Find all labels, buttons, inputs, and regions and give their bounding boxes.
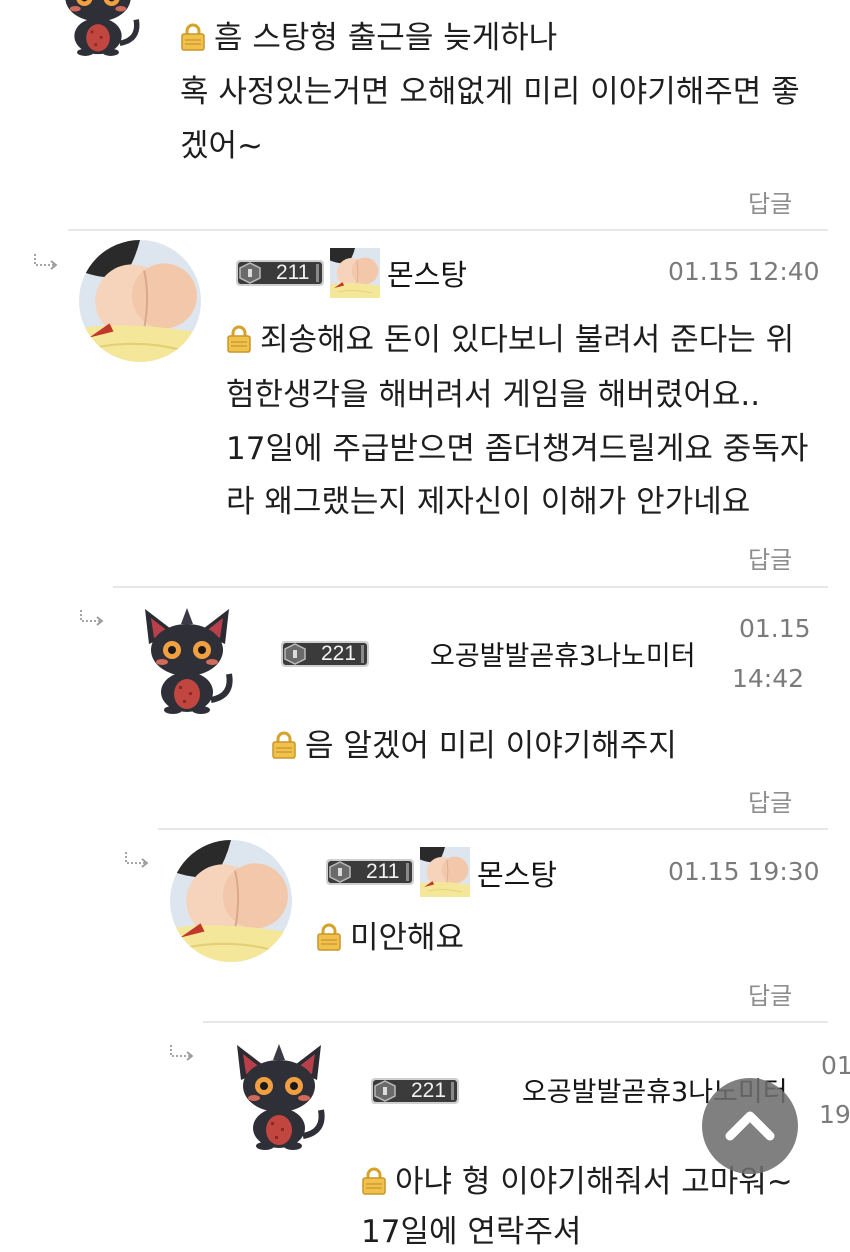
commenter-nickname[interactable]: 몬스탕 — [477, 852, 557, 894]
comment-text: 음 알겠어 미리 이야기해주지 — [271, 726, 677, 766]
commenter-avatar[interactable] — [48, 0, 148, 56]
lock-icon — [361, 1167, 387, 1195]
reply-arrow-icon — [168, 1043, 196, 1063]
scroll-to-top-button[interactable] — [702, 1078, 798, 1174]
comment-date: 01. — [821, 1051, 850, 1080]
comment-line: 흠 스탕형 출근을 늦게하나 — [214, 20, 558, 56]
cat-avatar-icon — [137, 604, 237, 714]
reply-button[interactable]: 답글 — [748, 184, 792, 219]
level-number: 211 — [366, 860, 400, 883]
lock-icon — [226, 325, 252, 353]
commenter-avatar[interactable] — [79, 240, 201, 362]
divider — [113, 586, 828, 588]
level-badge: 221 — [281, 639, 371, 669]
reply-button[interactable]: 답글 — [748, 976, 792, 1011]
peach-avatar-icon — [79, 240, 201, 362]
divider — [203, 1021, 828, 1023]
commenter-nickname[interactable]: 몬스탕 — [387, 252, 467, 294]
reply-button[interactable]: 답글 — [748, 783, 792, 818]
divider — [158, 828, 828, 830]
level-number: 211 — [276, 261, 310, 284]
comment-time: 14:42 — [732, 664, 805, 693]
reply-arrow-icon — [78, 608, 106, 628]
chevron-up-icon — [725, 1111, 775, 1141]
level-badge: 221 — [371, 1076, 461, 1106]
commenter-nickname[interactable]: 오공발발곧휴3나노미터 — [430, 634, 696, 673]
comment-line: 혹 사정있는거면 오해없게 미리 이야기해주면 좋 — [180, 74, 800, 110]
mini-avatar — [330, 248, 380, 298]
peach-avatar-icon — [170, 840, 292, 962]
divider — [68, 229, 828, 231]
comment-line: 험한생각을 해버려서 게임을 해버렸어요.. — [226, 377, 761, 413]
peach-avatar-icon — [420, 847, 470, 897]
comment-line: 미안해요 — [350, 920, 465, 956]
commenter-avatar[interactable] — [229, 1040, 329, 1150]
comment-line: 라 왜그랬는지 제자신이 이해가 안가네요 — [226, 484, 751, 520]
comment-line: 죄송해요 돈이 있다보니 불려서 준다는 위 — [260, 322, 795, 358]
cat-avatar-icon — [229, 1040, 329, 1150]
lock-icon — [316, 923, 342, 951]
comment-line: 겠어~ — [180, 128, 264, 164]
comment-date: 01.15 12:40 — [668, 257, 820, 286]
level-number: 221 — [411, 1079, 447, 1102]
level-number: 221 — [321, 642, 357, 665]
peach-avatar-icon — [330, 248, 380, 298]
comment-text: 죄송해요 돈이 있다보니 불려서 준다는 위 — [226, 320, 794, 360]
commenter-avatar[interactable] — [170, 840, 292, 962]
comment-text: 미안해요 — [316, 918, 464, 958]
level-badge: 211 — [236, 258, 326, 288]
cat-avatar-icon — [48, 0, 148, 56]
comment-date: 01.15 19:30 — [668, 857, 820, 886]
comment-time: 19: — [819, 1100, 850, 1129]
comment-text: 흠 스탕형 출근을 늦게하나 — [180, 18, 557, 58]
reply-button[interactable]: 답글 — [748, 540, 792, 575]
comment-line: 17일에 연락주셔 — [361, 1214, 582, 1250]
mini-avatar — [420, 847, 470, 897]
reply-arrow-icon — [123, 850, 151, 870]
comment-line: 음 알겠어 미리 이야기해주지 — [305, 728, 677, 764]
comment-line: 17일에 주급받으면 좀더챙겨드릴게요 중독자 — [226, 431, 809, 467]
comment-date: 01.15 — [739, 614, 811, 643]
lock-icon — [180, 23, 206, 51]
lock-icon — [271, 731, 297, 759]
reply-arrow-icon — [32, 252, 60, 272]
level-badge: 211 — [326, 857, 416, 887]
commenter-avatar[interactable] — [137, 604, 237, 714]
